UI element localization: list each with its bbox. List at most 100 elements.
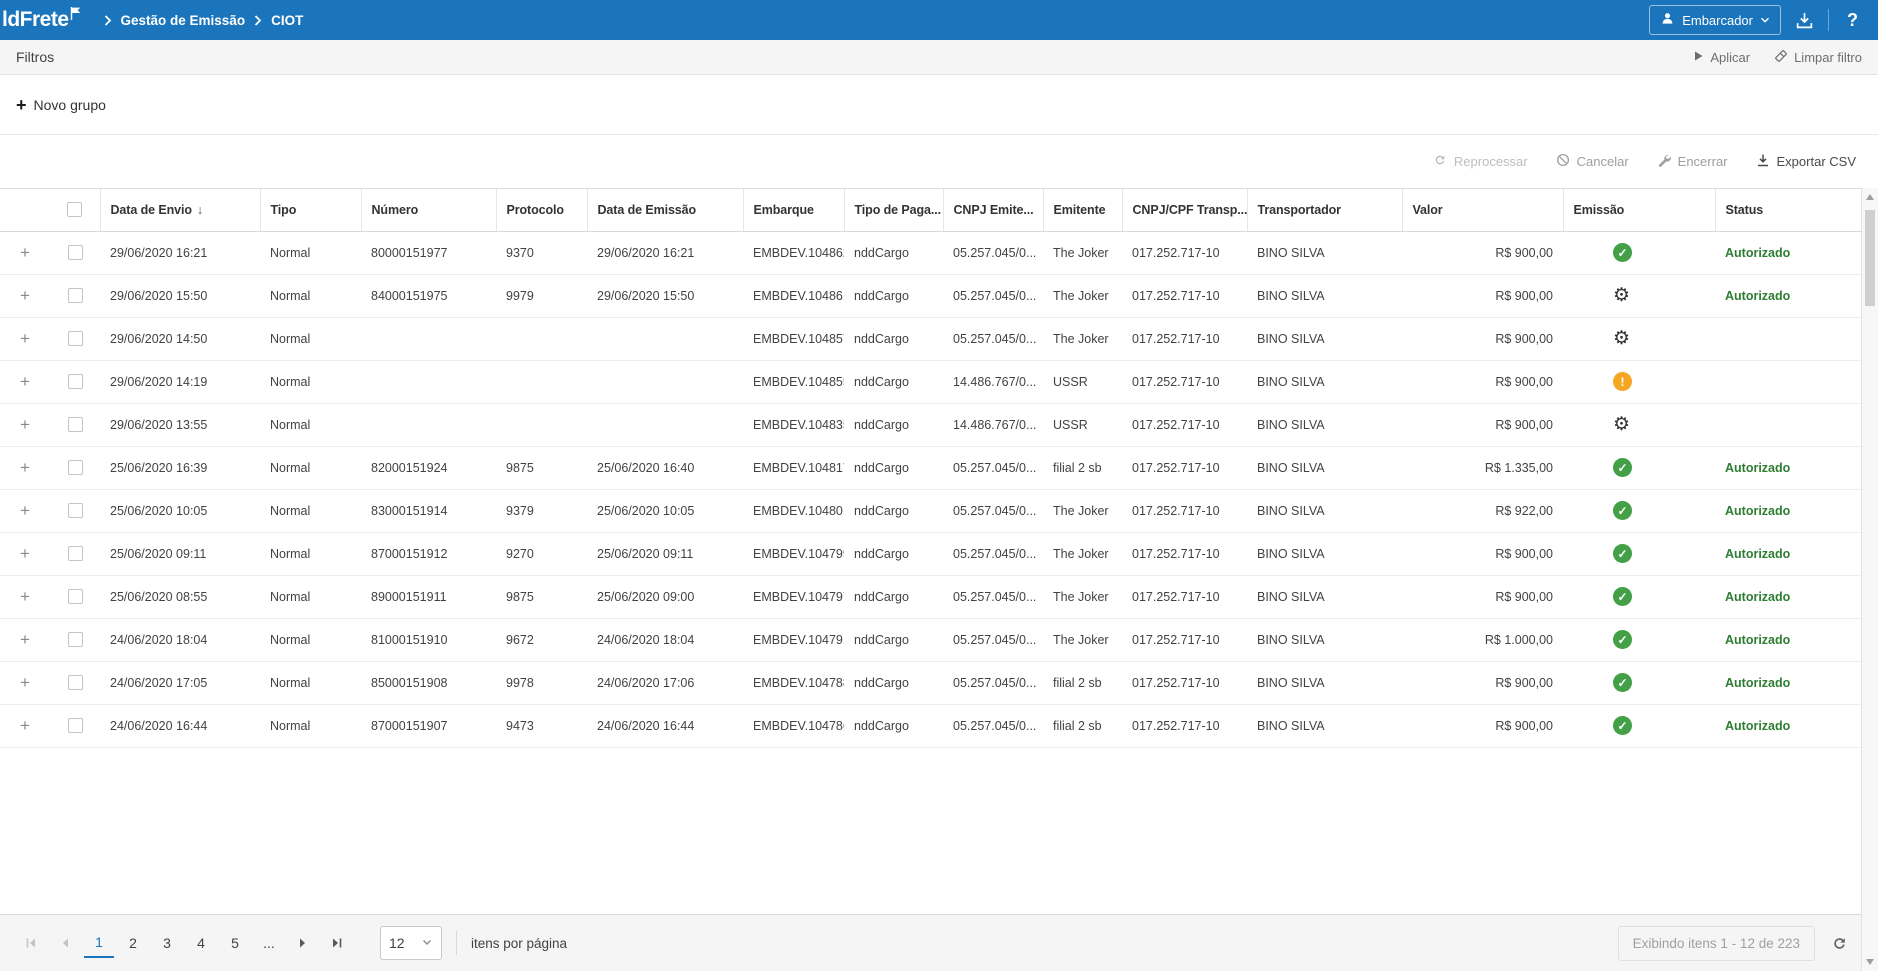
scroll-down-arrow-icon[interactable] bbox=[1866, 959, 1874, 965]
cell-numero: 82000151924 bbox=[361, 446, 496, 489]
expand-row-button[interactable]: + bbox=[20, 544, 30, 563]
expand-row-button[interactable]: + bbox=[20, 673, 30, 692]
user-role-label: Embarcador bbox=[1682, 13, 1753, 28]
emission-success-icon[interactable]: ✓ bbox=[1613, 501, 1632, 520]
row-checkbox[interactable] bbox=[68, 546, 83, 561]
row-checkbox[interactable] bbox=[68, 503, 83, 518]
grid-body: +29/06/2020 16:21Normal80000151977937029… bbox=[0, 231, 1861, 747]
emission-success-icon[interactable]: ✓ bbox=[1613, 458, 1632, 477]
emission-success-icon[interactable]: ✓ bbox=[1613, 243, 1632, 262]
close-ciot-button[interactable]: Encerrar bbox=[1657, 153, 1728, 170]
page-button-5[interactable]: 5 bbox=[220, 928, 250, 958]
play-icon bbox=[1692, 50, 1704, 65]
row-checkbox[interactable] bbox=[68, 245, 83, 260]
help-button[interactable]: ? bbox=[1843, 10, 1862, 31]
breadcrumb-item-ciot[interactable]: CIOT bbox=[271, 13, 303, 28]
new-group-button[interactable]: + Novo grupo bbox=[16, 97, 106, 113]
row-checkbox[interactable] bbox=[68, 331, 83, 346]
cell-data_envio: 29/06/2020 16:21 bbox=[100, 231, 260, 274]
expand-row-button[interactable]: + bbox=[20, 286, 30, 305]
pager-last-button[interactable] bbox=[320, 926, 354, 960]
expand-row-button[interactable]: + bbox=[20, 587, 30, 606]
row-checkbox[interactable] bbox=[68, 417, 83, 432]
expand-row-button[interactable]: + bbox=[20, 501, 30, 520]
expand-row-button[interactable]: + bbox=[20, 372, 30, 391]
column-header-transportador[interactable]: Transportador bbox=[1247, 189, 1402, 231]
expand-row-button[interactable]: + bbox=[20, 458, 30, 477]
breadcrumb-item-gestao-de-emissao[interactable]: Gestão de Emissão bbox=[121, 13, 246, 28]
column-header-cnpj_transportador[interactable]: CNPJ/CPF Transp... bbox=[1122, 189, 1247, 231]
cell-emissao: ✓ bbox=[1563, 704, 1715, 747]
pager-next-button[interactable] bbox=[286, 926, 320, 960]
cell-cnpj_transportador: 017.252.717-10 bbox=[1122, 274, 1247, 317]
cell-tipo: Normal bbox=[260, 360, 361, 403]
emission-success-icon[interactable]: ✓ bbox=[1613, 630, 1632, 649]
cell-data_emissao: 29/06/2020 15:50 bbox=[587, 274, 743, 317]
scroll-up-arrow-icon[interactable] bbox=[1866, 194, 1874, 200]
cell-tipo: Normal bbox=[260, 489, 361, 532]
checkbox-cell bbox=[50, 575, 100, 618]
row-checkbox[interactable] bbox=[68, 675, 83, 690]
expand-row-button[interactable]: + bbox=[20, 415, 30, 434]
page-button-1[interactable]: 1 bbox=[84, 928, 114, 958]
row-checkbox[interactable] bbox=[68, 718, 83, 733]
column-header-tipo_pagamento[interactable]: Tipo de Paga... bbox=[844, 189, 943, 231]
row-checkbox[interactable] bbox=[68, 632, 83, 647]
cell-status bbox=[1715, 360, 1861, 403]
page-button-2[interactable]: 2 bbox=[118, 928, 148, 958]
expand-row-button[interactable]: + bbox=[20, 329, 30, 348]
column-header-cnpj_emitente[interactable]: CNPJ Emite... bbox=[943, 189, 1043, 231]
export-csv-button[interactable]: Exportar CSV bbox=[1756, 153, 1856, 170]
clear-filter-button[interactable]: Limpar filtro bbox=[1774, 49, 1862, 66]
page-size-select[interactable]: 12 bbox=[380, 926, 442, 960]
column-header-protocolo[interactable]: Protocolo bbox=[496, 189, 587, 231]
cell-tipo_pagamento: nddCargo bbox=[844, 360, 943, 403]
page-ellipsis-button[interactable]: ... bbox=[254, 928, 284, 958]
pager-first-button[interactable] bbox=[14, 926, 48, 960]
emission-warning-icon[interactable]: ! bbox=[1613, 372, 1632, 391]
column-header-embarque[interactable]: Embarque bbox=[743, 189, 844, 231]
emission-processing-icon[interactable]: ⚙ bbox=[1613, 328, 1630, 349]
column-header-numero[interactable]: Número bbox=[361, 189, 496, 231]
cell-cnpj_transportador: 017.252.717-10 bbox=[1122, 704, 1247, 747]
column-header-valor[interactable]: Valor bbox=[1402, 189, 1563, 231]
page-button-3[interactable]: 3 bbox=[152, 928, 182, 958]
column-header-status[interactable]: Status bbox=[1715, 189, 1861, 231]
filters-panel-header[interactable]: Filtros Aplicar Limpar filtro bbox=[0, 40, 1878, 75]
table-row: +25/06/2020 08:55Normal89000151911987525… bbox=[0, 575, 1861, 618]
row-checkbox[interactable] bbox=[68, 589, 83, 604]
emission-processing-icon[interactable]: ⚙ bbox=[1613, 285, 1630, 306]
app-logo[interactable]: ldFrete bbox=[2, 7, 82, 33]
cell-cnpj_emitente: 05.257.045/0... bbox=[943, 704, 1043, 747]
scrollbar-thumb[interactable] bbox=[1865, 210, 1875, 306]
emission-processing-icon[interactable]: ⚙ bbox=[1613, 414, 1630, 435]
emission-success-icon[interactable]: ✓ bbox=[1613, 544, 1632, 563]
column-header-data_envio[interactable]: Data de Envio↓ bbox=[100, 189, 260, 231]
pager-prev-button[interactable] bbox=[48, 926, 82, 960]
emission-success-icon[interactable]: ✓ bbox=[1613, 673, 1632, 692]
expand-row-button[interactable]: + bbox=[20, 243, 30, 262]
expand-row-button[interactable]: + bbox=[20, 716, 30, 735]
select-all-checkbox[interactable] bbox=[67, 202, 82, 217]
column-header-emitente[interactable]: Emitente bbox=[1043, 189, 1122, 231]
cell-cnpj_transportador: 017.252.717-10 bbox=[1122, 231, 1247, 274]
pager-refresh-button[interactable] bbox=[1831, 935, 1848, 952]
page-button-4[interactable]: 4 bbox=[186, 928, 216, 958]
row-checkbox[interactable] bbox=[68, 374, 83, 389]
vertical-scrollbar[interactable] bbox=[1861, 188, 1878, 971]
column-header-emissao[interactable]: Emissão bbox=[1563, 189, 1715, 231]
emission-success-icon[interactable]: ✓ bbox=[1613, 587, 1632, 606]
row-checkbox[interactable] bbox=[68, 288, 83, 303]
grid-toolbar: Reprocessar Cancelar Encerrar Exportar C… bbox=[0, 135, 1878, 188]
expand-row-button[interactable]: + bbox=[20, 630, 30, 649]
cancel-button[interactable]: Cancelar bbox=[1556, 153, 1629, 170]
cell-data_emissao bbox=[587, 360, 743, 403]
emission-success-icon[interactable]: ✓ bbox=[1613, 716, 1632, 735]
row-checkbox[interactable] bbox=[68, 460, 83, 475]
download-icon[interactable] bbox=[1795, 11, 1814, 30]
reprocess-button[interactable]: Reprocessar bbox=[1433, 153, 1528, 170]
user-role-dropdown[interactable]: Embarcador bbox=[1649, 5, 1781, 35]
column-header-tipo[interactable]: Tipo bbox=[260, 189, 361, 231]
column-header-data_emissao[interactable]: Data de Emissão bbox=[587, 189, 743, 231]
apply-filter-button[interactable]: Aplicar bbox=[1692, 49, 1750, 66]
